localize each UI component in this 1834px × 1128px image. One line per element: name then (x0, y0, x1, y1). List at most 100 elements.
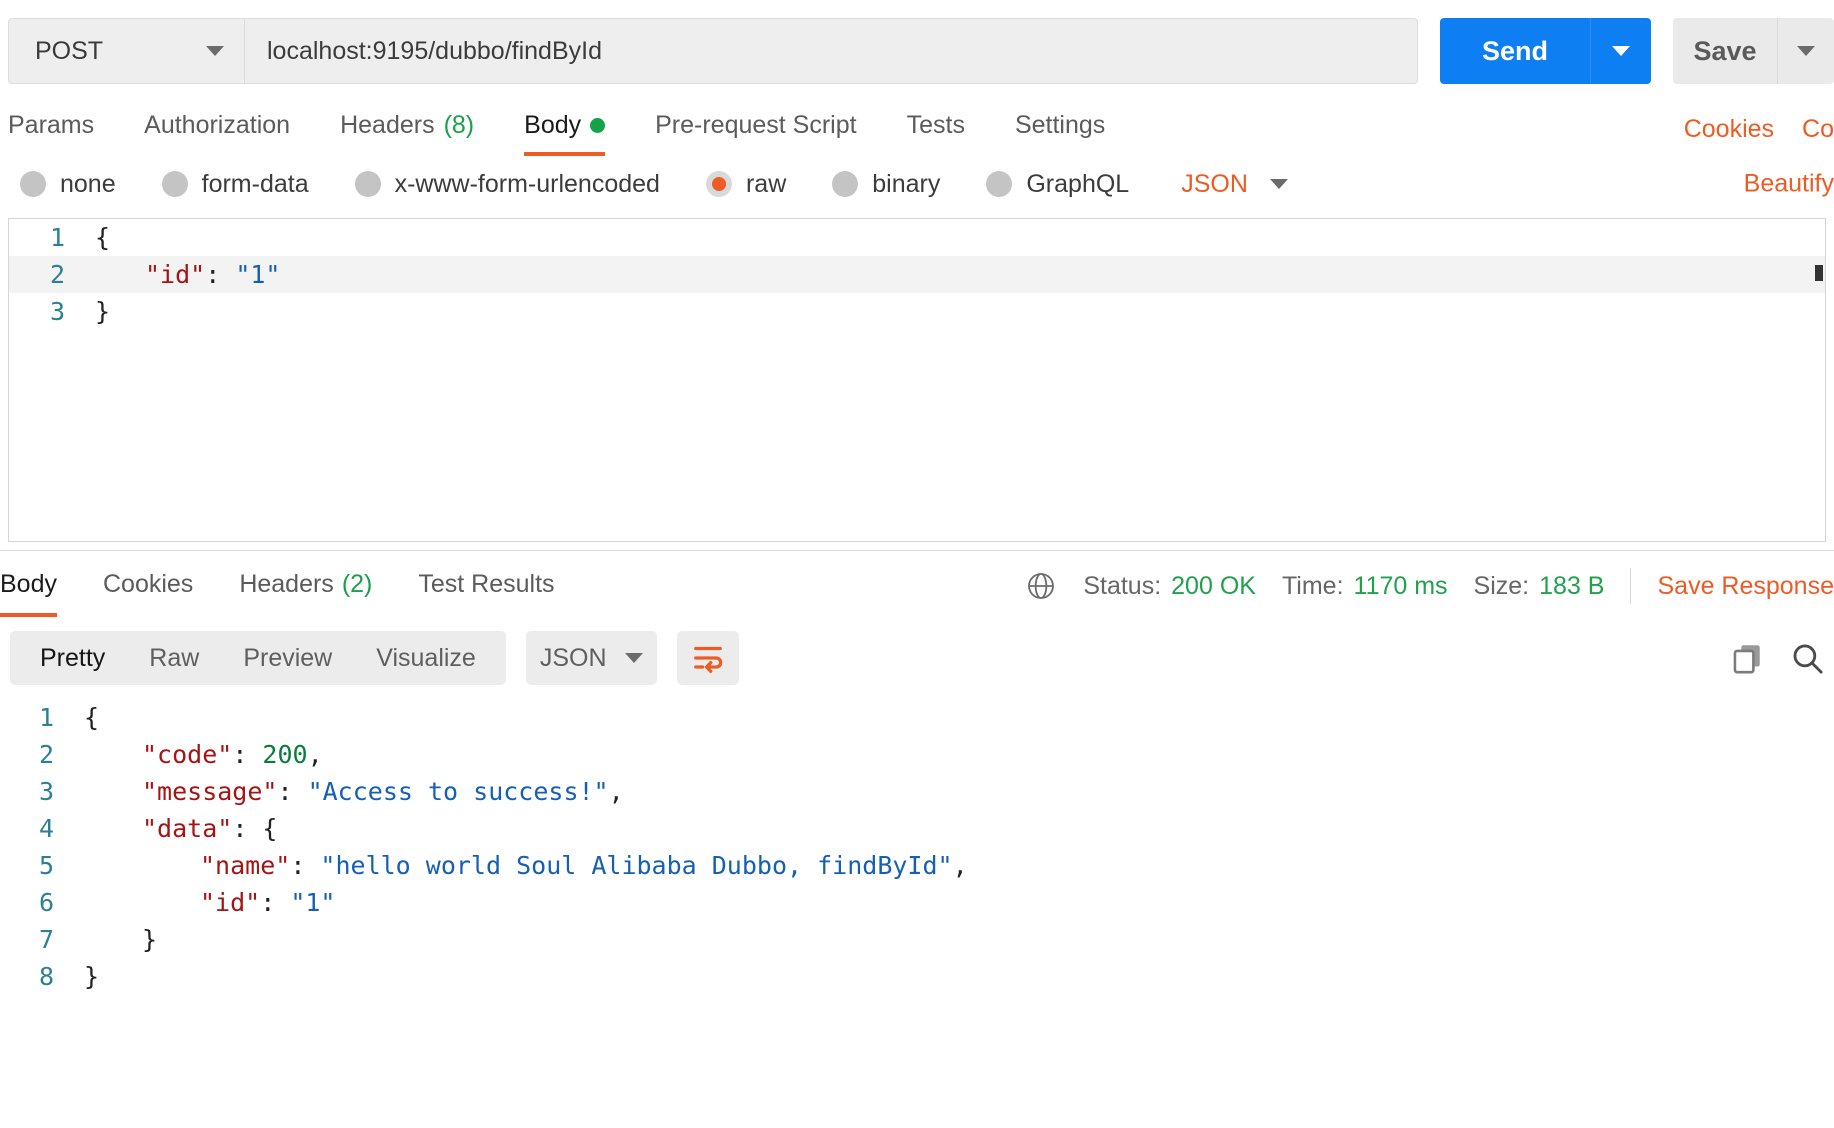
code-text: } (76, 958, 1834, 995)
code-token: : (277, 777, 308, 806)
time-value: 1170 ms (1353, 571, 1448, 600)
globe-icon (1028, 573, 1055, 599)
search-button[interactable] (1790, 641, 1824, 675)
code-token: "1" (235, 260, 281, 289)
line-number: 3 (38, 777, 54, 806)
response-tab-test-results[interactable]: Test Results (418, 556, 554, 617)
request-url-bar: POST localhost:9195/dubbo/findById Send … (0, 0, 1834, 98)
request-body-code[interactable]: 1{2 "id": "1" 3} (9, 219, 1825, 330)
code-token: "Access to success!" (307, 777, 609, 806)
request-tab-headers[interactable]: Headers (8) (340, 111, 474, 156)
code-link[interactable]: Co (1802, 115, 1834, 144)
request-tab-pre-request-script[interactable]: Pre-request Script (655, 111, 856, 156)
save-response-button[interactable]: Save Response (1657, 572, 1834, 601)
line-number: 1 (49, 223, 65, 252)
request-tab-settings[interactable]: Settings (1015, 111, 1105, 156)
line-number: 5 (38, 851, 54, 880)
response-tab-headers[interactable]: Headers (2) (239, 556, 372, 617)
code-token: "message" (142, 777, 278, 806)
response-tab-bar: Body Cookies Headers (2) Test Results Status… (0, 551, 1834, 621)
word-wrap-icon (693, 646, 722, 673)
body-type-label: x-www-form-urlencoded (394, 169, 660, 198)
request-tab-body[interactable]: Body (524, 111, 606, 156)
line-number: 2 (38, 740, 54, 769)
request-tab-authorization[interactable]: Authorization (144, 111, 290, 156)
response-tab-count: (2) (341, 569, 373, 598)
raw-format-label: JSON (1181, 169, 1248, 198)
copy-button[interactable] (1730, 641, 1764, 675)
code-token: : (290, 851, 321, 880)
request-tab-count: (8) (443, 111, 475, 139)
chevron-down-icon (1797, 46, 1815, 56)
response-tab-body[interactable]: Body (0, 556, 57, 617)
body-type-radio-x-www-form-urlencoded[interactable]: x-www-form-urlencoded (354, 169, 660, 199)
word-wrap-button[interactable] (676, 631, 739, 685)
response-view-visualize[interactable]: Visualize (354, 644, 498, 673)
code-token: , (608, 777, 624, 806)
request-tab-links: Cookies Co (1684, 115, 1834, 144)
response-tab-cookies[interactable]: Cookies (103, 556, 193, 617)
code-line: 1{ (0, 699, 1834, 736)
code-token: 200 (262, 740, 308, 769)
response-view-raw[interactable]: Raw (127, 644, 221, 673)
method-url-group: POST localhost:9195/dubbo/findById (8, 18, 1418, 84)
request-tab-label: Pre-request Script (655, 111, 857, 139)
code-text: "id": "1" (87, 256, 1825, 293)
response-format-label: JSON (539, 643, 607, 672)
cookies-link[interactable]: Cookies (1684, 115, 1774, 144)
body-type-radio-binary[interactable]: binary (832, 170, 940, 199)
body-type-label: form-data (201, 169, 309, 198)
body-type-label: binary (872, 169, 941, 198)
code-token: } (84, 962, 100, 991)
save-options-button[interactable] (1777, 18, 1834, 84)
line-number: 6 (38, 888, 54, 917)
code-text: { (87, 219, 1825, 256)
request-url-input[interactable]: localhost:9195/dubbo/findById (245, 19, 1417, 83)
code-token: { (84, 703, 100, 732)
send-options-button[interactable] (1590, 18, 1651, 84)
response-view-pretty[interactable]: Pretty (18, 644, 127, 673)
request-tab-params[interactable]: Params (8, 111, 94, 156)
radio-icon (986, 171, 1013, 197)
response-view-preview[interactable]: Preview (221, 644, 354, 673)
body-present-dot-icon (590, 118, 606, 133)
search-icon (1793, 644, 1823, 674)
copy-icon (1733, 645, 1760, 674)
response-tab-label: Cookies (102, 569, 194, 598)
line-number: 1 (38, 703, 54, 732)
save-button-group: Save (1673, 18, 1834, 84)
code-line: 1{ (9, 219, 1825, 256)
chevron-down-icon (206, 46, 224, 56)
raw-format-select[interactable]: JSON (1181, 170, 1288, 199)
send-button[interactable]: Send (1440, 18, 1590, 84)
body-type-radio-form-data[interactable]: form-data (161, 169, 309, 199)
http-method-select[interactable]: POST (9, 19, 245, 83)
postman-request-window: POST localhost:9195/dubbo/findById Send … (0, 0, 1834, 1128)
request-tab-label: Tests (906, 111, 965, 139)
body-type-radio-graphql[interactable]: GraphQL (986, 170, 1129, 199)
beautify-button[interactable]: Beautify (1744, 170, 1834, 198)
response-view-switcher: Pretty Raw Preview Visualize (10, 631, 506, 685)
save-button[interactable]: Save (1673, 18, 1777, 84)
code-line: 7} (0, 921, 1834, 958)
response-body-code[interactable]: 1{2 "code": 200, 3 "message": "Access to su… (0, 699, 1834, 995)
response-body-viewer[interactable]: 1{2 "code": 200, 3 "message": "Access to su… (0, 699, 1834, 1128)
body-type-radio-raw[interactable]: raw (705, 170, 786, 199)
response-format-select[interactable]: JSON (525, 631, 657, 685)
code-line: 4 "data": { (0, 810, 1834, 847)
size-value: 183 B (1539, 571, 1605, 600)
request-body-editor[interactable]: 1{2 "id": "1" 3} (8, 218, 1826, 542)
request-tab-tests[interactable]: Tests (907, 111, 965, 156)
body-type-radio-none[interactable]: none (20, 170, 116, 199)
code-token: } (95, 297, 111, 326)
request-tab-label: Body (524, 111, 582, 139)
status-label: Status: (1083, 571, 1162, 600)
code-token: "name" (200, 851, 291, 880)
code-token: } (142, 925, 158, 954)
time-label: Time: (1281, 571, 1344, 600)
editor-scroll-indicator[interactable] (1815, 265, 1823, 281)
size-label: Size: (1473, 571, 1530, 600)
code-line: 8} (0, 958, 1834, 995)
line-number: 8 (38, 962, 54, 991)
code-token: , (307, 740, 323, 769)
